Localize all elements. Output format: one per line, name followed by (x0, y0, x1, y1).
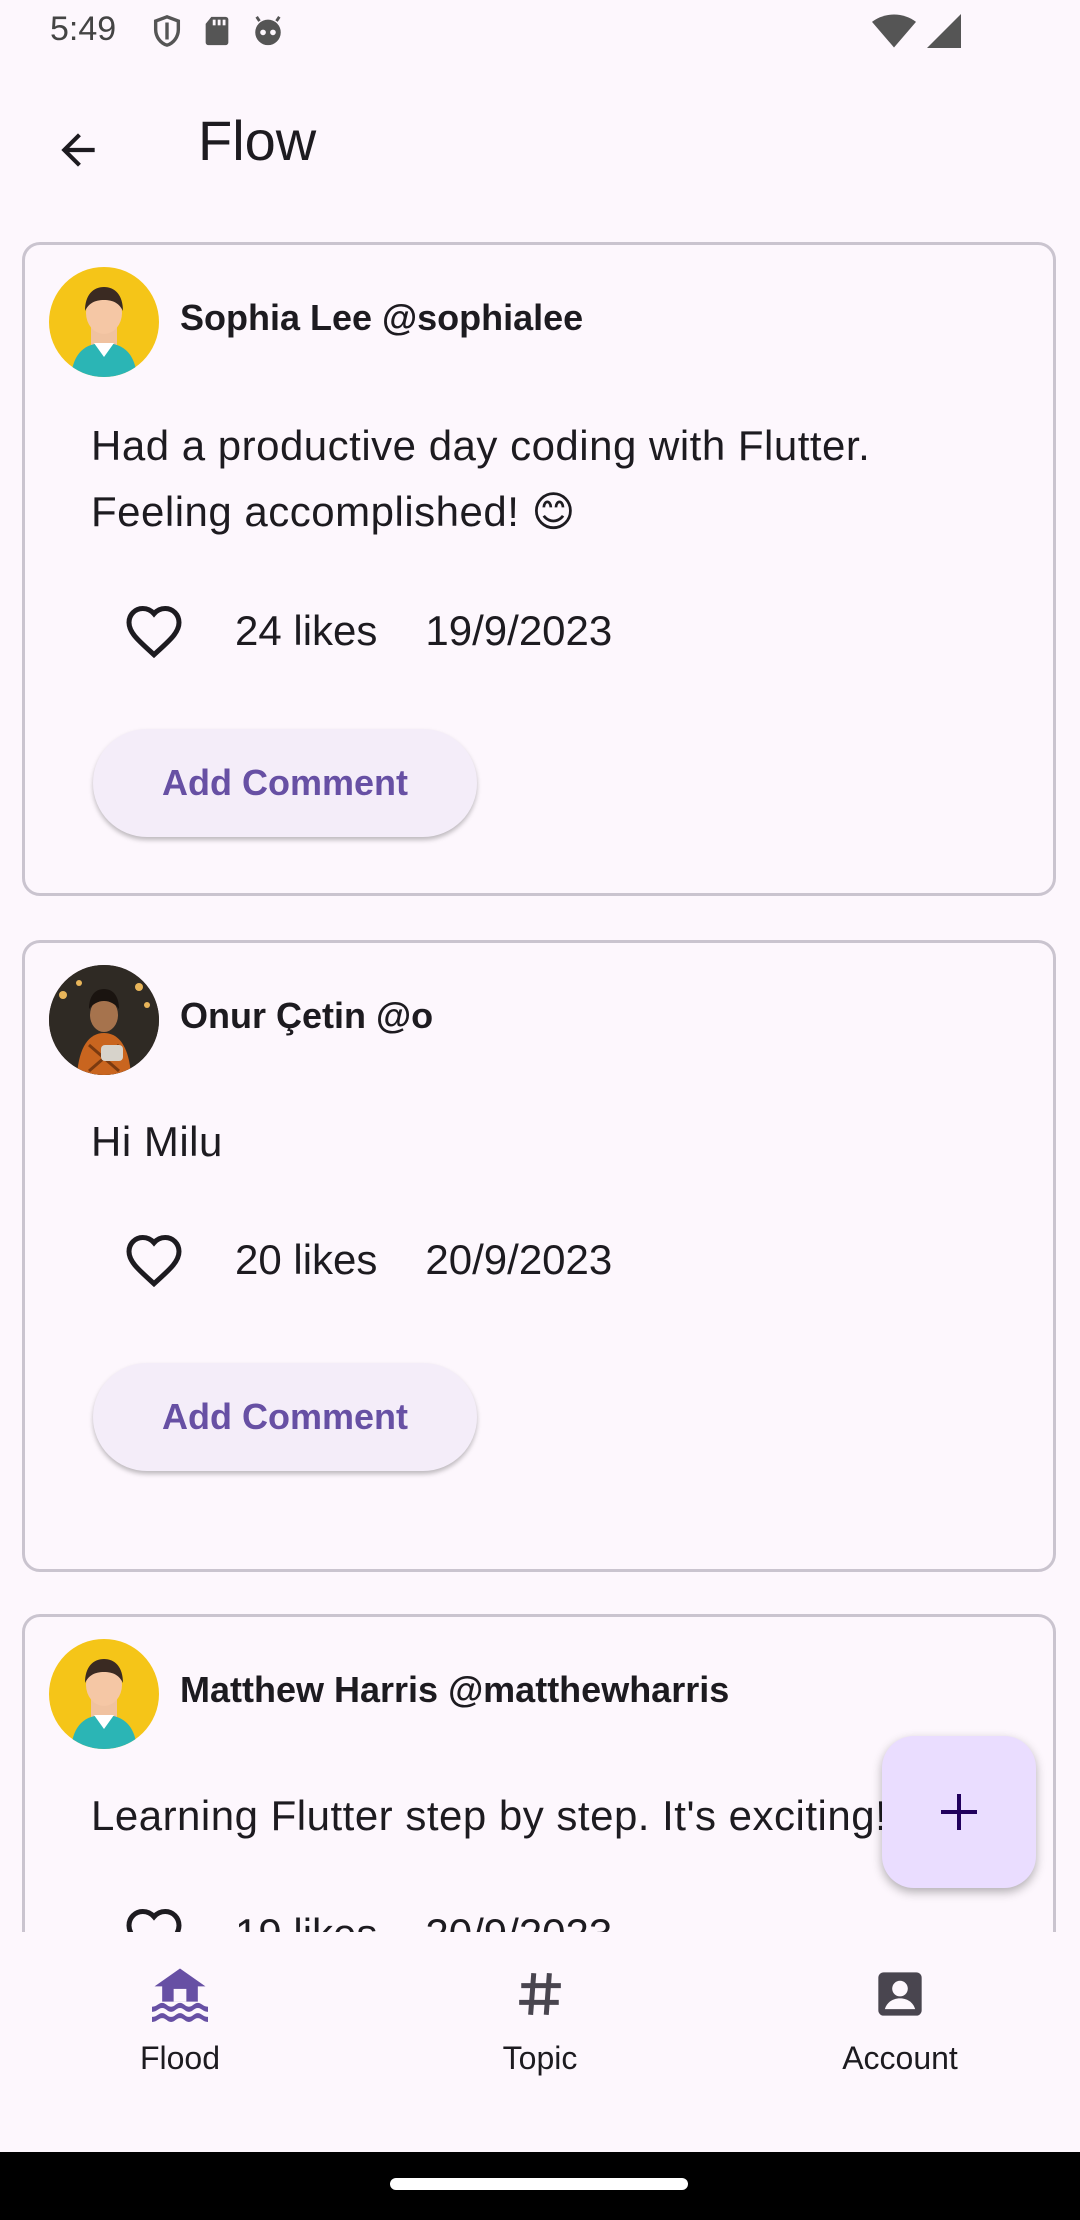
like-button[interactable] (121, 1901, 187, 1932)
post-text: Had a productive day coding with Flutter… (91, 422, 871, 535)
plus-icon (941, 1794, 977, 1830)
robot-icon (255, 16, 281, 46)
status-system-icons (872, 14, 962, 48)
nav-label: Topic (502, 2040, 578, 2076)
avatar[interactable] (49, 1639, 159, 1749)
hashtag-icon (508, 1962, 572, 2026)
post-meta: 24 likes 19/9/2023 (121, 598, 612, 664)
like-count: 24 likes (235, 607, 378, 654)
post-text: Learning Flutter step by step. It's exci… (91, 1792, 888, 1839)
post-feed[interactable]: Sophia Lee @sophialee Had a productive d… (0, 242, 1080, 1932)
back-button[interactable] (36, 108, 120, 192)
like-count: 19 likes (235, 1910, 377, 1932)
add-comment-button[interactable]: Add Comment (93, 1363, 477, 1471)
status-notification-icons (150, 14, 286, 48)
post-text: Hi Milu (91, 1118, 223, 1165)
post-meta: 19 likes 20/9/2023 (121, 1901, 612, 1932)
avatar[interactable] (49, 267, 159, 377)
nav-label: Flood (139, 2040, 221, 2076)
account-icon (868, 1962, 932, 2026)
bottom-navigation: Flood Topic Account (0, 1932, 1080, 2152)
add-post-button[interactable] (882, 1736, 1036, 1888)
like-button[interactable] (121, 598, 187, 664)
heart-outline-icon (126, 1234, 182, 1288)
wifi-icon (872, 14, 916, 48)
post-author[interactable]: Onur Çetin @o (180, 995, 433, 1037)
gesture-navigation-bar (0, 2152, 1080, 2220)
status-bar: 5:49 (0, 0, 1080, 64)
shield-icon (153, 15, 181, 47)
heart-outline-icon (126, 1908, 182, 1932)
app-bar: Flow (0, 80, 1080, 204)
post-author[interactable]: Sophia Lee @sophialee (180, 297, 583, 339)
page-title: Flow (198, 109, 317, 172)
user-avatar-illustration-icon (71, 1659, 137, 1749)
nav-item-account[interactable]: Account (720, 1958, 1080, 2098)
nav-label: Account (842, 2040, 958, 2076)
nav-item-topic[interactable]: Topic (360, 1958, 720, 2098)
heart-outline-icon (126, 605, 182, 659)
post-date: 20/9/2023 (425, 1236, 613, 1283)
post-meta: 20 likes 20/9/2023 (121, 1227, 612, 1293)
home-gesture-handle[interactable] (390, 2178, 688, 2190)
post-date: 19/9/2023 (425, 607, 613, 654)
nav-item-flood[interactable]: Flood (0, 1958, 360, 2098)
post-date: 20/9/2023 (425, 1910, 612, 1932)
like-count: 20 likes (235, 1236, 378, 1283)
arrow-back-icon (61, 133, 95, 167)
post-card: Onur Çetin @o Hi Milu 20 likes 20/9/2023… (22, 940, 1056, 1572)
avatar[interactable] (49, 965, 159, 1075)
signal-icon (927, 14, 961, 48)
status-time: 5:49 (50, 10, 117, 48)
post-card: Sophia Lee @sophialee Had a productive d… (22, 242, 1056, 896)
like-button[interactable] (121, 1227, 187, 1293)
post-author[interactable]: Matthew Harris @matthewharris (180, 1669, 729, 1711)
add-comment-button[interactable]: Add Comment (93, 729, 477, 837)
user-avatar-illustration-icon (71, 287, 137, 377)
user-photo-icon (49, 965, 159, 1075)
sd-card-icon (205, 16, 229, 46)
flood-icon (148, 1962, 212, 2026)
